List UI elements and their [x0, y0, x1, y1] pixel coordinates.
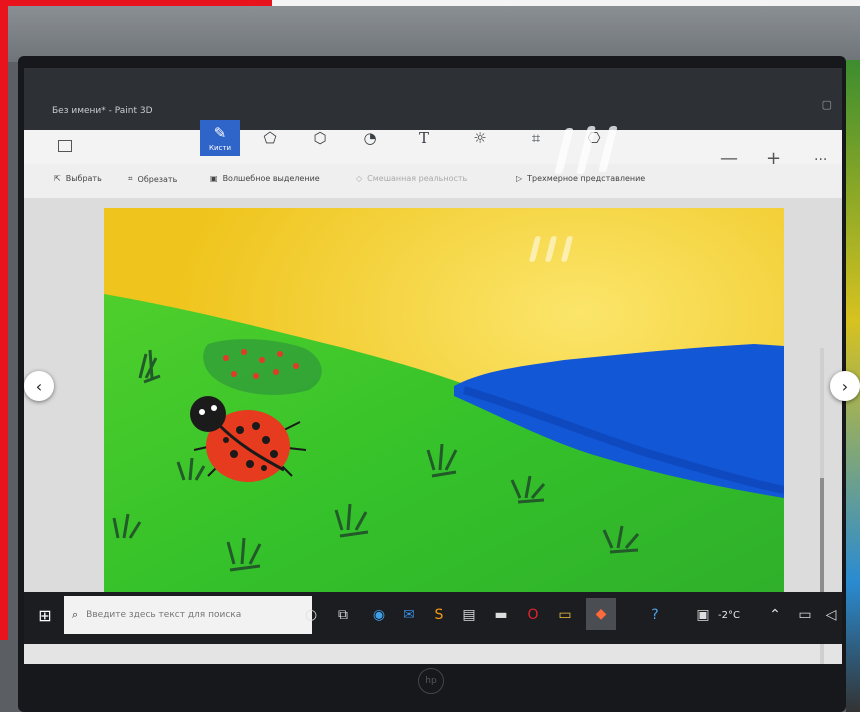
zoom-in-button[interactable]: + — [766, 148, 781, 169]
crop-label: Обрезать — [137, 174, 178, 184]
select-tool[interactable]: ⇱ Выбрать — [54, 174, 102, 183]
shapes-3d-icon: ⬡ — [313, 129, 327, 147]
windows-start-icon[interactable]: ⊞ — [32, 602, 58, 628]
opera-icon[interactable]: O — [522, 604, 544, 626]
taskbar-search-input[interactable] — [84, 609, 299, 621]
brush-icon: ✎ — [213, 124, 227, 142]
sublime-icon[interactable]: S — [428, 604, 450, 626]
crop-icon: ⌗ — [531, 129, 541, 147]
task-view-icon[interactable]: ⧉ — [332, 604, 354, 626]
tool-3d-shapes[interactable]: ⬡ — [300, 120, 340, 156]
mixed-reality-icon: ◇ — [356, 174, 363, 183]
taskbar-search[interactable]: ⌕ — [64, 596, 312, 634]
network-icon[interactable]: ▭ — [794, 604, 816, 626]
sub-toolbar: ⇱ Выбрать ⌗ Обрезать ▣ Волшебное выделен… — [24, 164, 842, 199]
store-icon[interactable]: ▤ — [458, 604, 480, 626]
help-icon[interactable]: ? — [644, 604, 666, 626]
gallery-next-button[interactable]: › — [830, 371, 860, 401]
cursor-icon: ⇱ — [54, 174, 61, 183]
magic-select-tool[interactable]: ▣ Волшебное выделение — [210, 174, 320, 183]
tool-canvas[interactable]: ⌗ — [516, 120, 556, 156]
hp-logo: hp — [418, 668, 444, 694]
view-3d-label: Трехмерное представление — [527, 174, 646, 183]
tool-brushes[interactable]: ✎ Кисти — [200, 120, 240, 156]
restore-icon[interactable]: ▢ — [822, 98, 832, 111]
chevron-right-icon: › — [841, 376, 849, 396]
view-3d-icon: ▷ — [516, 174, 523, 183]
canvas-area — [24, 198, 842, 664]
tool-2d-shapes[interactable]: ⬠ — [250, 120, 290, 156]
search-icon: ⌕ — [72, 608, 79, 621]
mail-icon[interactable]: ✉ — [398, 604, 420, 626]
paint3d-icon[interactable]: ◆ — [586, 598, 616, 630]
window-title: Без имени* - Paint 3D — [52, 106, 153, 116]
more-options-button[interactable]: ··· — [814, 152, 827, 168]
taskbar: ⊞ ⌕ ○ ⧉ ◉ ✉ S ▤ ▬ O ▭ ◆ ? ▣ -2°C ⌃ ▭ ◁ — [24, 592, 842, 644]
effects-icon: ☼ — [473, 129, 487, 147]
crop-tool[interactable]: ⌗ Обрезать — [128, 174, 177, 184]
mixed-reality-tool[interactable]: ◇ Смешанная реальность — [356, 174, 467, 183]
magic-select-icon: ▣ — [210, 174, 218, 183]
ladybug-painting — [104, 208, 784, 628]
sticker-icon: ◔ — [363, 129, 377, 147]
zoom-out-button[interactable]: — — [720, 148, 738, 169]
view-3d-tool[interactable]: ▷ Трехмерное представление — [516, 174, 645, 183]
magic-select-label: Волшебное выделение — [222, 174, 320, 183]
volume-icon[interactable]: ◁ — [820, 604, 842, 626]
edge-icon[interactable]: ◉ — [368, 604, 390, 626]
shapes-2d-icon: ⬠ — [263, 129, 277, 147]
terminal-icon[interactable]: ▬ — [490, 604, 512, 626]
photo-border-red-left — [0, 0, 8, 640]
screen: Без имени* - Paint 3D ▢ ✎ Кисти ⬠ ⬡ ◔ T … — [24, 68, 842, 664]
chevron-up-icon[interactable]: ⌃ — [764, 604, 786, 626]
select-label: Выбрать — [65, 174, 102, 183]
tool-effects[interactable]: ☼ — [460, 120, 500, 156]
drawing-canvas[interactable] — [104, 208, 784, 628]
background-wall — [8, 6, 860, 62]
text-icon: T — [418, 129, 429, 147]
weather-icon[interactable]: ▣ — [692, 604, 714, 626]
tool-brushes-label: Кисти — [209, 144, 231, 152]
tool-stickers[interactable]: ◔ — [350, 120, 390, 156]
gallery-prev-button[interactable]: ‹ — [24, 371, 54, 401]
file-explorer-icon[interactable]: ▭ — [554, 604, 576, 626]
cortana-icon[interactable]: ○ — [300, 604, 322, 626]
chevron-left-icon: ‹ — [35, 376, 43, 396]
temperature-label: -2°C — [718, 610, 740, 621]
crop-small-icon: ⌗ — [128, 174, 133, 183]
mixed-reality-label: Смешанная реальность — [367, 174, 468, 183]
tool-text[interactable]: T — [404, 120, 444, 156]
menu-icon[interactable] — [58, 140, 72, 152]
